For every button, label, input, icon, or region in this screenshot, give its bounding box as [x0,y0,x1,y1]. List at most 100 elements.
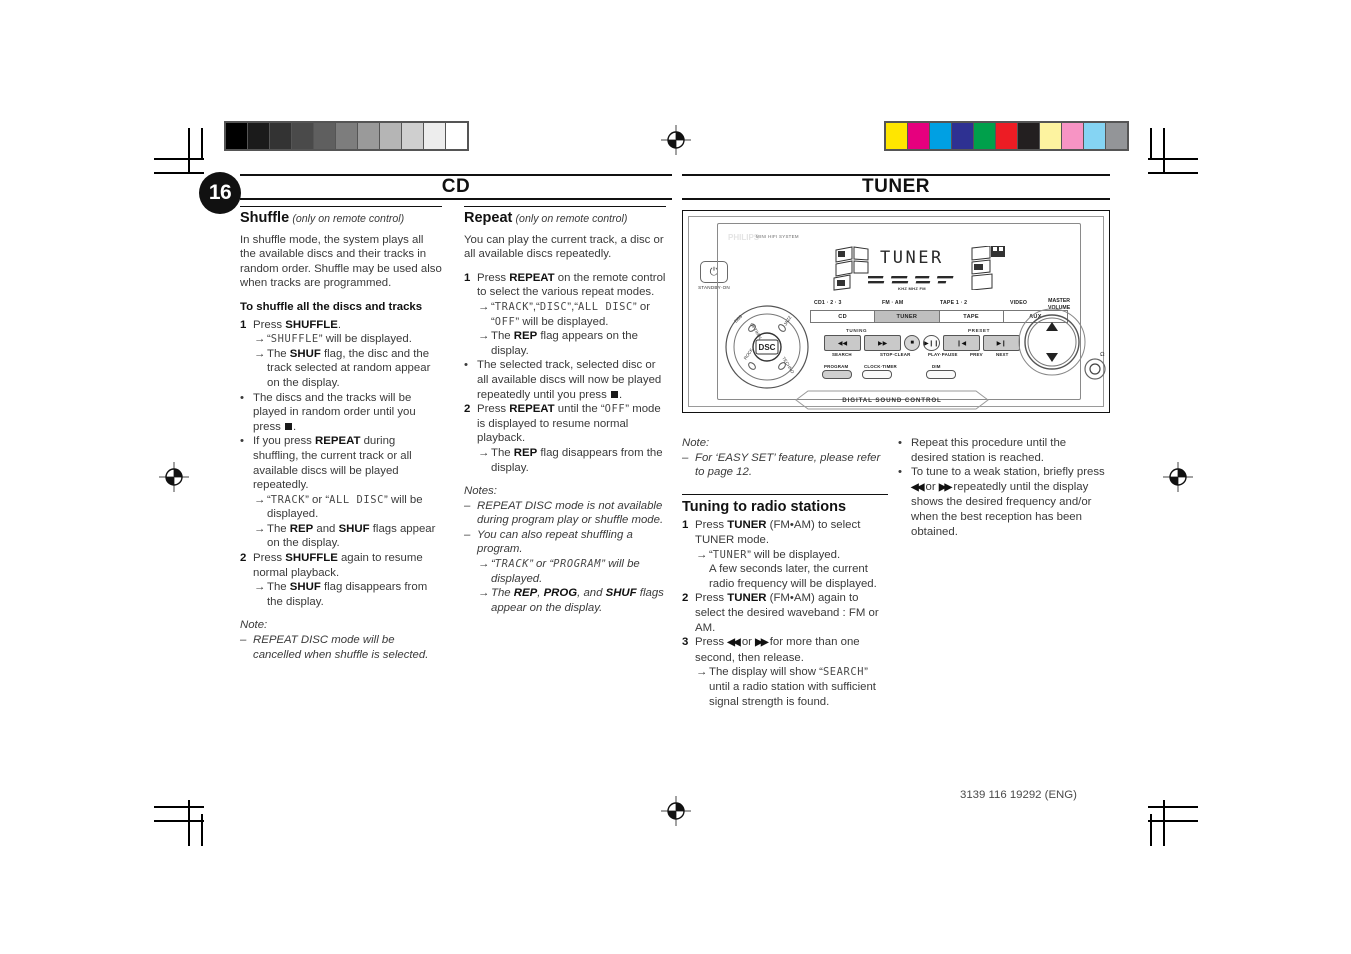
rewind-icon: ◀◀ [911,481,924,493]
section-header-cd: CD [240,174,672,200]
source-label-cd: CD1 · 2 · 3 [814,300,842,306]
t: “TRACK”,“DISC”,“ALL DISC” or “OFF” will … [491,300,666,329]
t: Press ◀◀ or ▶▶ for more than one second,… [695,635,888,665]
t: The [267,347,290,360]
headphone-icon: Ω [1100,352,1105,358]
crop-mark-tl-v2 [201,128,203,160]
grayscale-swatch-7 [380,123,401,149]
repeat-intro: You can play the current track, a disc o… [464,233,664,261]
t: The [491,587,514,600]
clock-timer-button[interactable] [862,370,892,379]
t: The REP, PROG, and SHUF flags appear on … [491,586,666,615]
source-button-cd[interactable]: CD [811,311,876,322]
clock-timer-label: CLOCK·TIMER [864,364,897,369]
tuning-tip-2: • To tune to a weak station, briefly pre… [898,465,1106,539]
repeat-result-1: → “TRACK”,“DISC”,“ALL DISC” or “OFF” wil… [464,300,666,329]
master-volume-knob[interactable] [1018,308,1086,376]
dim-button[interactable] [926,370,956,379]
shuffle-step-1-text: Press SHUFFLE. [253,318,442,333]
t: Press REPEAT until the “OFF” mode is dis… [477,402,666,446]
grayscale-swatch-4 [314,123,335,149]
t: ” will be displayed. [318,333,412,346]
t: To tune to a weak station, briefly press [911,466,1105,479]
sublabel-search: SEARCH [832,352,852,357]
crop-mark-br-v2 [1150,814,1152,846]
grayscale-swatch-10 [446,123,467,149]
rewind-button[interactable]: ◀◀ [824,335,862,351]
source-label-tuner: FM · AM [882,300,904,306]
lcd-text: TRACK [270,493,306,506]
grayscale-swatch-3 [292,123,313,149]
lcd-frequency-units: KHZ MHZ FM [898,286,926,291]
column-repeat: Repeat (only on remote control) You can … [464,206,666,615]
arrow-icon: → [696,666,708,679]
grayscale-swatch-6 [358,123,379,149]
color-swatch-3 [952,123,973,149]
bullet-icon: • [240,435,244,448]
shuffle-intro: In shuffle mode, the system plays all th… [240,233,442,290]
transport-key-row: ◀◀ ▶▶ ■ ▶❙❙ ❙◀ ▶❙ [824,335,1020,351]
lcd-text: OFF [494,315,516,328]
arrow-icon: → [478,587,490,600]
t: Press [253,318,286,331]
crop-mark-tl-h [154,158,204,160]
page-number-badge: 16 [199,172,241,214]
bullet-icon: • [464,359,468,372]
t: ” will be displayed. [515,315,609,328]
column-shuffle: Shuffle (only on remote control) In shuf… [240,206,442,662]
crop-mark-tr-h [1148,158,1198,160]
shuffle-note: – REPEAT DISC mode will be cancelled whe… [240,633,442,662]
t: REPEAT [509,403,555,416]
shuffle-step-2-result: → The SHUF flag disappears from the disp… [240,580,442,609]
registration-mark-left [159,462,189,492]
repeat-note-1: – REPEAT DISC mode is not available duri… [464,499,666,528]
t: REP [513,330,538,343]
dsc-dial[interactable]: DSC DBB OPTIMAL JAZZ ROCK TECHNO [724,304,810,390]
crop-mark-tr-v [1163,128,1165,174]
tuning-step-3: 3 Press ◀◀ or ▶▶ for more than one secon… [682,635,888,665]
t: “TUNER” will be displayed. [709,548,888,563]
prev-button[interactable]: ❙◀ [942,335,980,351]
lcd-text: SEARCH [822,666,865,679]
repeat-step-1: 1 Press REPEAT on the remote control to … [464,271,666,300]
arrow-icon: → [254,581,266,594]
preset-group-label: PRESET [968,328,990,333]
stop-clear-button[interactable]: ■ [904,335,921,351]
illustration-frame: ⏻ STANDBY·ON PHILIPS MINI HIFI SYSTEM TU… [688,216,1106,410]
repeat-heading-sub: (only on remote control) [515,213,628,225]
t: ”,“ [529,300,540,313]
next-button[interactable]: ▶❙ [982,335,1020,351]
brand-tagline: MINI HIFI SYSTEM [756,234,799,239]
color-swatch-2 [930,123,951,149]
dash-icon: – [464,528,471,541]
dim-label: DIM [932,364,941,369]
forward-button[interactable]: ▶▶ [864,335,902,351]
color-swatch-6 [1018,123,1039,149]
shuffle-note-text: REPEAT DISC mode will be cancelled when … [253,634,429,661]
repeat-bullet-1: • The selected track, selected disc or a… [464,358,666,402]
t: SHUF [605,587,637,600]
program-button[interactable] [822,370,852,379]
headphone-jack[interactable] [1084,358,1106,380]
play-pause-button[interactable]: ▶❙❙ [923,335,940,351]
tuning-step-1-result-2-text: A few seconds later, the current radio f… [709,563,877,590]
repeat-notes-label: Notes: [464,485,497,498]
repeat-note-2-result-2: → The REP, PROG, and SHUF flags appear o… [464,586,666,615]
source-button-tuner[interactable]: TUNER [875,311,940,322]
arrow-icon: → [254,493,266,506]
t: “TRACK” or “PROGRAM” will be displayed. [491,557,666,586]
t: The display will show “SEARCH” until a r… [709,665,888,709]
t: or [738,636,756,649]
lcd-text: DISC [539,300,568,313]
registration-mark-top [661,125,691,155]
arrow-icon: → [254,347,266,360]
source-button-tape[interactable]: TAPE [940,311,1004,322]
shuffle-result-1: → “SHUFFLE” will be displayed. [240,332,442,347]
crop-mark-tr-v2 [1150,128,1152,160]
t: ” will be displayed. [747,548,841,561]
repeat-step-2: 2 Press REPEAT until the “OFF” mode is d… [464,402,666,446]
source-label-video: VIDEO [1010,300,1028,306]
lcd-text: OFF [604,403,626,416]
t: The [491,330,514,343]
transport-sublabel-row: SEARCH STOP·CLEAR PLAY·PAUSE PREV NEXT [824,352,1024,360]
